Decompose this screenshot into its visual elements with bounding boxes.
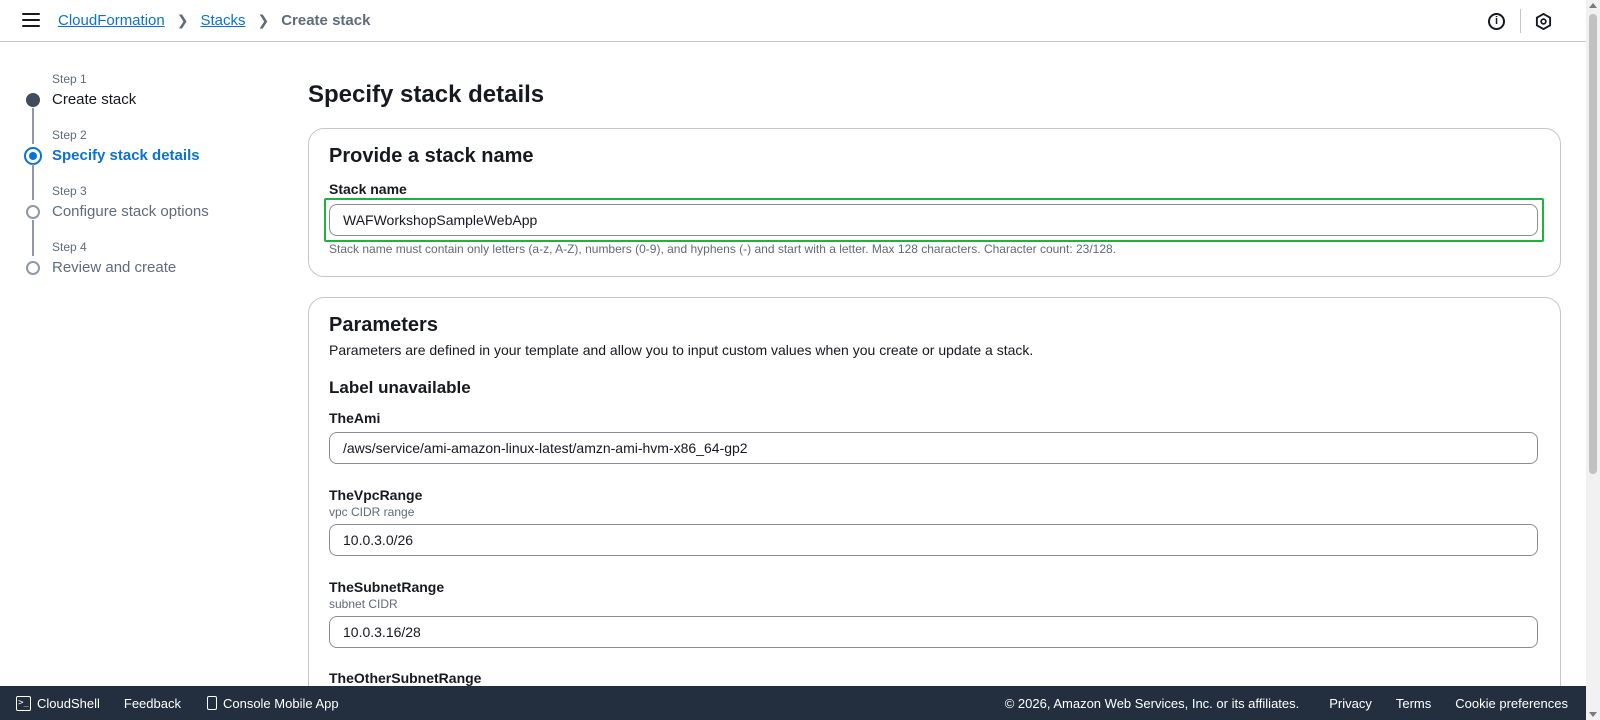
info-icon[interactable]: i: [1488, 12, 1505, 30]
step-1[interactable]: Step 1 Create stack: [24, 70, 274, 144]
param-input-thesubnetrange[interactable]: [329, 616, 1538, 648]
step-complete-icon: [26, 93, 40, 107]
step-2[interactable]: Step 2 Specify stack details: [24, 126, 274, 200]
breadcrumb-stacks[interactable]: Stacks: [200, 12, 245, 29]
mobile-icon: [206, 696, 217, 710]
wizard-steps: Step 1 Create stack Step 2 Specify stack…: [24, 70, 274, 294]
step-title[interactable]: Review and create: [52, 259, 274, 277]
stack-name-input[interactable]: [329, 204, 1538, 236]
feedback-button[interactable]: Feedback: [124, 696, 181, 711]
step-number: Step 4: [52, 240, 87, 254]
param-label-thesubnetrange: TheSubnetRange: [329, 579, 445, 595]
breadcrumb-cloudformation[interactable]: CloudFormation: [58, 12, 165, 29]
cloudshell-button[interactable]: >_ CloudShell: [16, 695, 100, 711]
step-title[interactable]: Specify stack details: [52, 147, 274, 165]
step-title[interactable]: Create stack: [52, 91, 274, 109]
copyright-text: © 2026, Amazon Web Services, Inc. or its…: [1004, 695, 1300, 711]
stack-name-container: Provide a stack name Stack name Stack na…: [308, 128, 1561, 277]
parameters-heading: Parameters: [329, 314, 438, 336]
divider: [1520, 9, 1521, 33]
param-desc-thesubnetrange: subnet CIDR: [329, 597, 398, 611]
stack-name-constraint: Stack name must contain only letters (a-…: [329, 242, 1117, 256]
feedback-label: Feedback: [123, 695, 181, 711]
console-footer: >_ CloudShell Feedback Console Mobile Ap…: [0, 686, 1586, 720]
step-pending-icon: [26, 261, 40, 275]
step-number: Step 1: [52, 72, 87, 86]
param-desc-thevpcrange: vpc CIDR range: [329, 505, 415, 519]
footer-right: © 2026, Amazon Web Services, Inc. or its…: [1005, 696, 1568, 711]
top-navigation: CloudFormation ❯ Stacks ❯ Create stack i: [0, 0, 1586, 42]
chevron-right-icon: ❯: [176, 12, 189, 28]
page-scrollbar[interactable]: [1586, 0, 1600, 720]
terminal-icon: >_: [16, 695, 31, 711]
stack-name-heading: Provide a stack name: [329, 145, 534, 167]
param-label-thevpcrange: TheVpcRange: [329, 487, 423, 503]
step-number: Step 2: [52, 128, 87, 142]
hamburger-icon[interactable]: [22, 13, 40, 29]
parameters-group-label: Label unavailable: [329, 378, 471, 397]
step-title[interactable]: Configure stack options: [52, 203, 274, 221]
step-number: Step 3: [52, 184, 87, 198]
console-mobile-app-button[interactable]: Console Mobile App: [206, 695, 339, 711]
scroll-up-icon[interactable]: [1589, 3, 1597, 8]
cookie-preferences-link[interactable]: Cookie preferences: [1455, 696, 1568, 711]
step-4[interactable]: Step 4 Review and create: [24, 238, 274, 294]
step-3[interactable]: Step 3 Configure stack options: [24, 182, 274, 256]
scroll-down-icon[interactable]: [1589, 712, 1597, 717]
param-input-thevpcrange[interactable]: [329, 524, 1538, 556]
hexagon-icon[interactable]: [1535, 12, 1552, 30]
terms-link[interactable]: Terms: [1396, 696, 1431, 711]
param-label-theothersubnetrange: TheOtherSubnetRange: [329, 670, 482, 686]
scrollbar-thumb[interactable]: [1589, 14, 1597, 474]
mobile-app-label: Console Mobile App: [222, 695, 339, 711]
cloudshell-label: CloudShell: [37, 695, 100, 711]
stack-name-label: Stack name: [329, 181, 407, 197]
param-input-theami[interactable]: [329, 432, 1538, 464]
privacy-link[interactable]: Privacy: [1329, 696, 1372, 711]
step-active-icon: [24, 147, 42, 165]
parameters-container: Parameters Parameters are defined in you…: [308, 297, 1561, 717]
breadcrumb: CloudFormation ❯ Stacks ❯ Create stack: [58, 12, 370, 29]
chevron-right-icon: ❯: [257, 12, 270, 28]
breadcrumb-current: Create stack: [281, 12, 371, 29]
param-label-theami: TheAmi: [329, 410, 381, 426]
top-icons: i: [1488, 0, 1552, 42]
parameters-description: Parameters are defined in your template …: [329, 342, 1034, 358]
page-title: Specify stack details: [308, 81, 545, 108]
step-pending-icon: [26, 205, 40, 219]
